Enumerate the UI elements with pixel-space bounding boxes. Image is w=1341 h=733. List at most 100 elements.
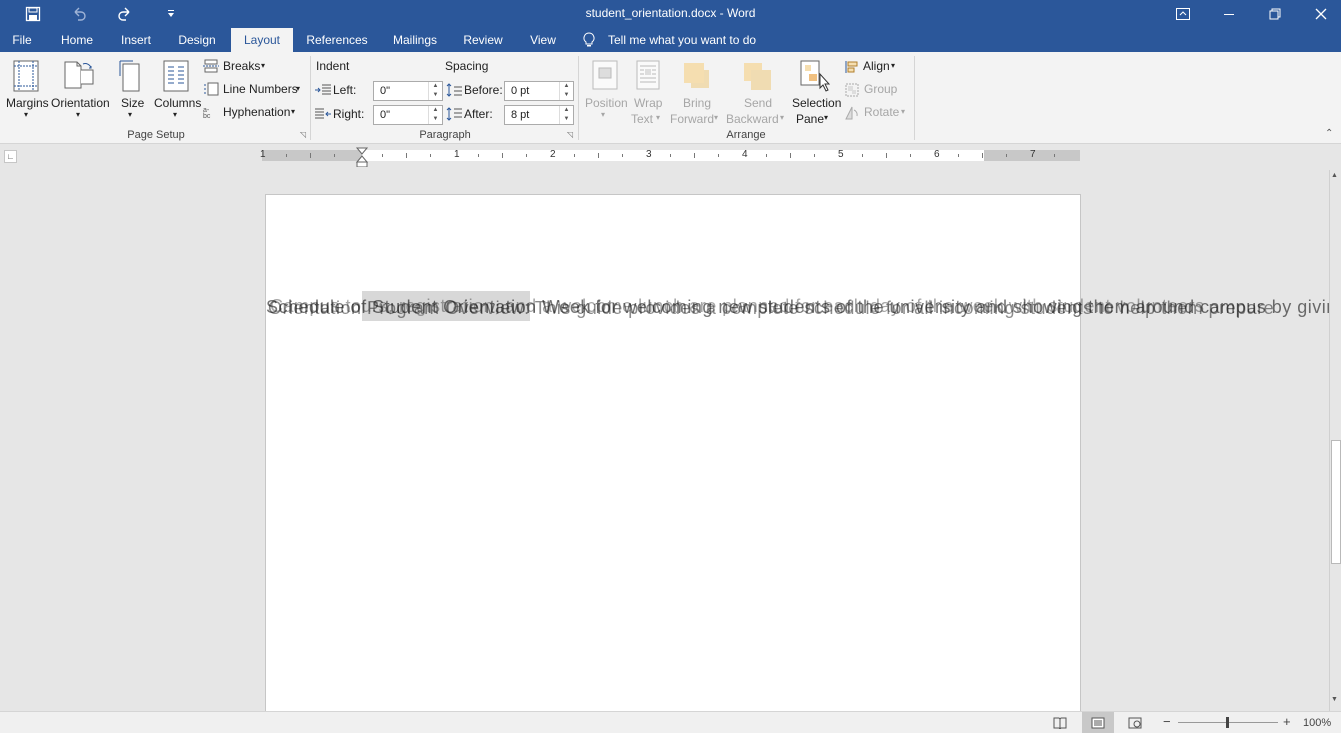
ruler-tick <box>478 154 479 157</box>
paragraph-launcher-icon[interactable]: ◹ <box>567 130 573 139</box>
columns-button[interactable]: Columns <box>154 96 201 110</box>
margins-dropdown-icon[interactable]: ▾ <box>24 110 28 119</box>
web-layout-icon[interactable] <box>1128 717 1142 732</box>
indent-label: Indent <box>316 59 350 73</box>
arrange-group-label: Arrange <box>726 129 766 141</box>
wrap-text-button[interactable]: Wrap <box>634 96 662 110</box>
ruler-tick <box>670 154 671 157</box>
zoom-slider-thumb[interactable] <box>1226 717 1229 728</box>
orientation-button[interactable]: Orientation <box>51 96 110 110</box>
spacing-before-value: 0 pt <box>511 85 530 97</box>
ruler-area: ∟ 1 1 2 3 4 5 6 7 <box>0 145 1341 168</box>
indent-left-spinner-icon[interactable]: ▲ ▼ <box>428 82 442 100</box>
ruler-tick <box>1054 154 1055 157</box>
spacing-label: Spacing <box>445 59 489 73</box>
bring-forward-button-line2[interactable]: Forward <box>670 112 714 126</box>
spacing-after-spinner-icon[interactable]: ▲ ▼ <box>559 106 573 124</box>
align-button[interactable]: Align <box>863 59 890 73</box>
hyphenation-button[interactable]: Hyphenation <box>223 105 290 119</box>
send-backward-dropdown-icon[interactable]: ▾ <box>780 113 784 122</box>
document-page[interactable]: Schedule of Student Orientation Week for… <box>265 194 1329 711</box>
zoom-in-icon[interactable]: + <box>1283 714 1291 729</box>
breaks-button[interactable]: Breaks <box>223 59 260 73</box>
selection-pane-icon <box>800 60 831 95</box>
tab-home[interactable]: Home <box>52 28 102 52</box>
wrap-text-button-line2[interactable]: Text <box>631 112 653 126</box>
ruler-tick <box>694 153 695 158</box>
bring-forward-dropdown-icon[interactable]: ▾ <box>714 113 718 122</box>
tab-view[interactable]: View <box>520 28 566 52</box>
document-title: student_orientation.docx - Word <box>585 6 756 20</box>
indent-left-input[interactable]: 0" ▲ ▼ <box>373 81 443 101</box>
scroll-down-icon[interactable]: ▼ <box>1331 696 1338 703</box>
selection-pane-dropdown-icon[interactable]: ▾ <box>824 113 828 122</box>
indent-right-spinner-icon[interactable]: ▲ ▼ <box>428 106 442 124</box>
read-mode-icon[interactable] <box>1053 717 1067 732</box>
scroll-up-icon[interactable]: ▲ <box>1331 172 1338 179</box>
spacing-before-spinner-icon[interactable]: ▲ ▼ <box>559 82 573 100</box>
indent-left-icon <box>315 84 331 99</box>
group-button[interactable]: Group <box>864 82 897 96</box>
breaks-icon <box>203 59 219 76</box>
close-icon[interactable] <box>1298 0 1341 28</box>
hyphenation-dropdown-icon[interactable]: ▾ <box>291 107 295 116</box>
title-bar: student_orientation.docx - Word <box>0 0 1341 28</box>
status-bar: − + 100% <box>0 711 1341 733</box>
align-icon <box>845 60 859 77</box>
tab-selector-icon[interactable]: ∟ <box>4 150 17 163</box>
ruler-tick <box>718 154 719 157</box>
align-dropdown-icon[interactable]: ▾ <box>891 61 895 70</box>
document-area[interactable]: Schedule of Student Orientation Week for… <box>0 167 1329 711</box>
ruler-number: 6 <box>934 149 940 160</box>
zoom-level[interactable]: 100% <box>1303 717 1331 729</box>
indent-right-input[interactable]: 0" ▲ ▼ <box>373 105 443 125</box>
breaks-dropdown-icon[interactable]: ▾ <box>261 61 265 70</box>
spacing-after-input[interactable]: 8 pt ▲ ▼ <box>504 105 574 125</box>
send-backward-button-line2[interactable]: Backward <box>726 112 779 126</box>
minimize-icon[interactable] <box>1206 0 1252 28</box>
send-backward-button[interactable]: Send <box>744 96 772 110</box>
zoom-out-icon[interactable]: − <box>1163 714 1171 729</box>
rotate-button[interactable]: Rotate <box>864 105 899 119</box>
ruler-tick <box>286 154 287 157</box>
ruler-number: 7 <box>1030 149 1036 160</box>
restore-icon[interactable] <box>1252 0 1298 28</box>
print-layout-button[interactable] <box>1082 712 1114 733</box>
size-dropdown-icon[interactable]: ▾ <box>128 110 132 119</box>
tab-layout[interactable]: Layout <box>231 28 293 52</box>
vertical-scrollbar[interactable]: ▲ ▼ <box>1329 170 1341 711</box>
orientation-dropdown-icon[interactable]: ▾ <box>76 110 80 119</box>
spacing-before-input[interactable]: 0 pt ▲ ▼ <box>504 81 574 101</box>
selection-pane-button[interactable]: Selection <box>792 96 841 110</box>
rotate-dropdown-icon[interactable]: ▾ <box>901 107 905 116</box>
margins-button[interactable]: Margins <box>6 96 49 110</box>
tab-file[interactable]: File <box>4 28 40 52</box>
tab-mailings[interactable]: Mailings <box>384 28 446 52</box>
position-dropdown-icon[interactable]: ▾ <box>601 110 605 119</box>
collapse-ribbon-icon[interactable]: ⌃ <box>1325 128 1333 139</box>
bring-forward-button[interactable]: Bring <box>683 96 711 110</box>
indent-right-label: Right: <box>333 107 365 121</box>
horizontal-ruler[interactable]: 1 1 2 3 4 5 6 7 <box>260 149 1080 161</box>
document-text-line[interactable]: Campus tours, registration, and a welcom… <box>270 296 1205 317</box>
tab-review[interactable]: Review <box>456 28 510 52</box>
wrap-text-dropdown-icon[interactable]: ▾ <box>656 113 660 122</box>
size-button[interactable]: Size <box>121 96 144 110</box>
ruler-number: 1 <box>454 149 460 160</box>
tab-insert[interactable]: Insert <box>112 28 160 52</box>
position-button[interactable]: Position <box>585 96 628 110</box>
wrap-text-icon <box>636 60 660 93</box>
ruler-number: 3 <box>646 149 652 160</box>
line-numbers-button[interactable]: Line Numbers <box>223 82 298 96</box>
page-setup-launcher-icon[interactable]: ◹ <box>300 130 306 139</box>
ribbon-display-options-icon[interactable] <box>1160 0 1206 28</box>
line-numbers-dropdown-icon[interactable]: ▾ <box>296 84 300 93</box>
tab-design[interactable]: Design <box>170 28 224 52</box>
columns-dropdown-icon[interactable]: ▾ <box>173 110 177 119</box>
scroll-thumb[interactable] <box>1331 440 1341 564</box>
selection-pane-button-line2[interactable]: Pane <box>796 112 824 126</box>
line-numbers-icon <box>203 82 219 99</box>
margins-icon <box>13 60 39 95</box>
tell-me-box[interactable]: Tell me what you want to do <box>608 28 756 52</box>
tab-references[interactable]: References <box>300 28 374 52</box>
